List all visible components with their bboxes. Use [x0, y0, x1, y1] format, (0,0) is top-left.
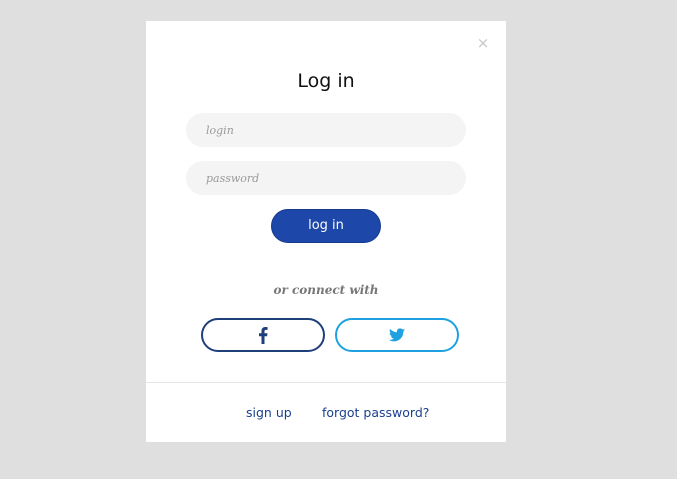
twitter-icon	[389, 328, 405, 342]
facebook-button[interactable]	[201, 318, 325, 352]
close-icon[interactable]: ×	[476, 36, 490, 51]
footer-divider	[146, 382, 506, 383]
facebook-icon	[259, 326, 268, 344]
login-modal: × Log in log in or connect with sign up …	[146, 21, 506, 442]
password-input[interactable]	[186, 161, 466, 195]
login-button[interactable]: log in	[271, 209, 381, 243]
sign-up-link[interactable]: sign up	[246, 405, 292, 420]
twitter-button[interactable]	[335, 318, 459, 352]
login-input[interactable]	[186, 113, 466, 147]
connect-with-label: or connect with	[273, 283, 379, 297]
page-title: Log in	[297, 70, 355, 92]
forgot-password-link[interactable]: forgot password?	[322, 405, 429, 420]
